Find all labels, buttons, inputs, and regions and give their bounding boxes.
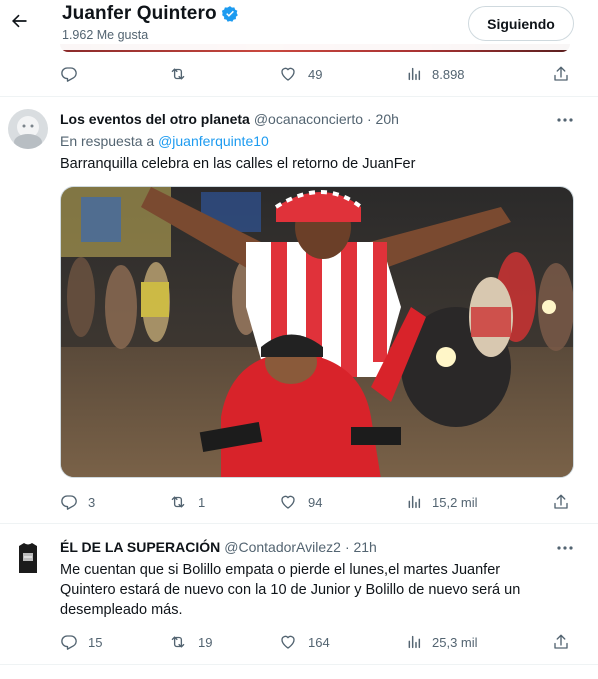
reply-icon bbox=[61, 67, 77, 82]
share-icon bbox=[554, 634, 568, 649]
retweet-icon bbox=[171, 636, 185, 648]
heart-icon bbox=[281, 67, 295, 81]
avatar[interactable] bbox=[8, 109, 48, 149]
reply-prefix: En respuesta a bbox=[60, 133, 155, 149]
retweet-icon bbox=[171, 496, 185, 508]
tweet-actions: 3 1 94 15,2 mil bbox=[60, 492, 574, 512]
heart-icon bbox=[281, 495, 295, 509]
like-button[interactable]: 49 bbox=[278, 65, 322, 83]
tweet-header: ÉL DE LA SUPERACIÓN @ContadorAvilez2 · 2… bbox=[60, 539, 377, 555]
retweet-icon bbox=[171, 68, 185, 80]
like-count: 164 bbox=[308, 634, 330, 650]
arrow-left-icon bbox=[12, 14, 27, 28]
celebration-photo bbox=[61, 187, 573, 477]
retweet-button[interactable]: 1 bbox=[168, 493, 205, 511]
author-name[interactable]: Los eventos del otro planeta bbox=[60, 111, 250, 127]
more-icon bbox=[557, 118, 573, 122]
reply-button[interactable]: 3 bbox=[60, 493, 95, 511]
author-handle[interactable]: @ocanaconcierto bbox=[254, 111, 363, 127]
like-count: 49 bbox=[308, 66, 323, 82]
retweet-button[interactable]: 19 bbox=[168, 633, 212, 651]
tweet-photo[interactable] bbox=[60, 186, 574, 478]
reply-count: 3 bbox=[88, 494, 96, 510]
tweet-time[interactable]: · 21h bbox=[345, 539, 377, 555]
profile-header: Juanfer Quintero 1.962 Me gusta Siguiend… bbox=[0, 0, 598, 50]
retweet-count: 19 bbox=[198, 634, 213, 650]
top-tweet-actions: 49 8.898 bbox=[60, 64, 574, 84]
following-button[interactable]: Siguiendo bbox=[468, 6, 574, 41]
like-button[interactable]: 94 bbox=[278, 493, 322, 511]
views-button[interactable]: 15,2 mil bbox=[406, 494, 478, 510]
reply-icon bbox=[61, 635, 77, 650]
views-icon bbox=[408, 495, 421, 509]
back-button[interactable] bbox=[6, 8, 32, 34]
tweet-time[interactable]: · 20h bbox=[367, 111, 399, 127]
like-button[interactable]: 164 bbox=[278, 633, 330, 651]
more-icon bbox=[557, 546, 573, 550]
retweet-count: 1 bbox=[198, 494, 206, 510]
heart-icon bbox=[281, 635, 295, 649]
profile-title: Juanfer Quintero bbox=[62, 3, 217, 24]
avatar-image bbox=[8, 109, 48, 149]
reply-to-handle-link[interactable]: @juanferquinte10 bbox=[158, 133, 269, 149]
divider bbox=[0, 664, 598, 665]
reply-count: 15 bbox=[88, 634, 103, 650]
author-name[interactable]: ÉL DE LA SUPERACIÓN bbox=[60, 539, 220, 555]
avatar[interactable] bbox=[8, 537, 48, 577]
view-count: 25,3 mil bbox=[432, 634, 478, 650]
share-icon bbox=[554, 66, 568, 81]
tweet-text: Me cuentan que si Bolillo empata o pierd… bbox=[60, 562, 521, 618]
views-icon bbox=[408, 67, 421, 81]
share-button[interactable] bbox=[552, 493, 570, 511]
reply-button[interactable] bbox=[60, 65, 88, 83]
profile-likes-count: 1.962 Me gusta bbox=[62, 28, 149, 42]
views-button[interactable]: 8.898 bbox=[406, 66, 465, 82]
divider bbox=[0, 523, 598, 524]
like-count: 94 bbox=[308, 494, 323, 510]
reply-context: En respuesta a @juanferquinte10 bbox=[60, 133, 269, 149]
share-button[interactable] bbox=[552, 633, 570, 651]
view-count: 15,2 mil bbox=[432, 494, 478, 510]
retweet-button[interactable] bbox=[168, 65, 188, 83]
verified-badge-icon bbox=[221, 6, 238, 22]
view-count: 8.898 bbox=[432, 66, 465, 82]
views-icon bbox=[408, 635, 421, 649]
share-button[interactable] bbox=[552, 65, 570, 83]
author-handle[interactable]: @ContadorAvilez2 bbox=[224, 539, 341, 555]
views-button[interactable]: 25,3 mil bbox=[406, 634, 478, 650]
share-icon bbox=[554, 494, 568, 509]
avatar-image bbox=[8, 537, 48, 577]
reply-button[interactable]: 15 bbox=[60, 633, 102, 651]
more-options-button[interactable] bbox=[554, 112, 576, 128]
tweet-actions: 15 19 164 25,3 mil bbox=[60, 632, 574, 652]
more-options-button[interactable] bbox=[554, 540, 576, 556]
divider bbox=[0, 96, 598, 97]
tweet-header: Los eventos del otro planeta @ocanaconci… bbox=[60, 111, 399, 127]
tweet-text: Barranquilla celebra en las calles el re… bbox=[60, 156, 416, 172]
reply-icon bbox=[61, 495, 77, 510]
